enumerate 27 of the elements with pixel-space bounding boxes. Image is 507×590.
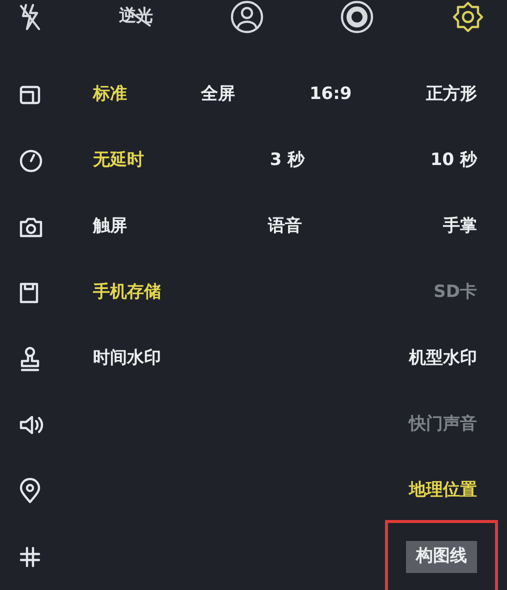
stamp-icon (19, 346, 41, 372)
option-button[interactable]: 正方形 (426, 82, 477, 108)
option-button[interactable]: 语音 (268, 214, 302, 240)
option-button[interactable]: 全屏 (201, 82, 236, 108)
camera-icon (19, 216, 43, 238)
ring-icon[interactable] (340, 0, 374, 34)
settings-icon[interactable] (451, 0, 485, 34)
location-pin-icon (19, 478, 41, 504)
option-button[interactable]: 手掌 (443, 214, 477, 240)
aspect-ratio-icon (19, 85, 41, 105)
option-button[interactable]: 16:9 (309, 82, 352, 108)
timer-icon (19, 149, 43, 173)
portrait-icon[interactable] (230, 0, 264, 34)
flash-off-icon[interactable] (18, 2, 42, 32)
option-button[interactable]: 机型水印 (409, 346, 477, 372)
option-button[interactable]: 手机存储 (93, 280, 161, 306)
option-button[interactable]: 10 秒 (430, 148, 477, 174)
option-button[interactable]: 标准 (93, 82, 127, 108)
option-button[interactable]: 触屏 (93, 214, 127, 240)
option-button[interactable]: 时间水印 (93, 346, 161, 372)
option-button[interactable]: 构图线 (406, 541, 477, 573)
storage-icon (19, 282, 39, 304)
option-button[interactable]: 3 秒 (270, 148, 305, 174)
option-button[interactable]: 地理位置 (409, 478, 477, 504)
grid-icon (19, 546, 41, 568)
option-button[interactable]: 无延时 (93, 148, 144, 174)
speaker-icon (19, 415, 45, 435)
